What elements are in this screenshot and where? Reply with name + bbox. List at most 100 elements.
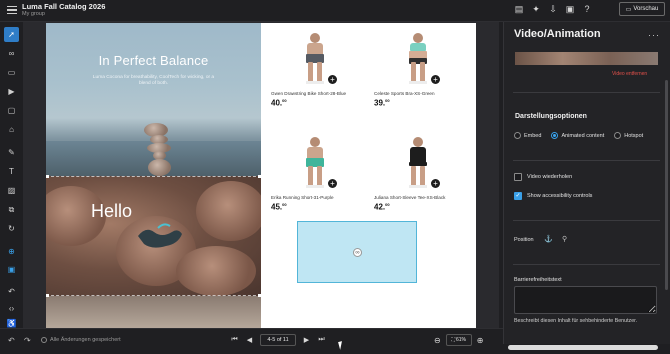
add-icon[interactable]: ⊕ [4,244,19,259]
option-embed[interactable]: Embed [514,132,541,139]
radio-animated[interactable] [551,132,559,139]
repeat-video-checkbox[interactable] [514,173,522,181]
panel-scrollbar[interactable] [665,80,668,290]
alt-text-field[interactable] [514,286,657,314]
first-page-icon[interactable]: ⏮ [230,336,239,344]
top-toolbar: ▤ ✦ ⇩ ▣ ? [513,3,593,15]
option-hotspot-label: Hotspot [624,132,644,139]
add-to-cart-icon[interactable]: + [328,179,337,188]
balance-stones-image: In Perfect Balance Luma Cocona for breat… [46,23,261,177]
magic-wand-icon[interactable]: ✦ [530,3,542,15]
video-icon[interactable]: ▶ [4,84,19,99]
text-icon[interactable]: T [4,164,19,179]
option-animated-label: Animated content [561,132,605,139]
add-to-cart-icon[interactable]: + [328,75,337,84]
paint-icon[interactable]: ✎ [4,145,19,160]
undo-icon[interactable]: ↶ [4,284,19,299]
download-icon[interactable]: ⇩ [547,3,559,15]
select-icon[interactable]: ➚ [4,27,19,42]
tag-icon[interactable]: ⌂ [4,122,19,137]
undo-icon[interactable]: ↶ [8,336,15,345]
accessibility-controls-row[interactable]: ✓ Show accessibility controls [514,192,592,200]
product-card[interactable]: + Celeste Sports Bra-XS-Green 39.00 [374,31,474,108]
position-pin-icon[interactable]: ⚲ [562,235,567,243]
link-icon[interactable]: ∞ [353,248,362,257]
product-price: 45.00 [271,202,287,212]
remove-video-link[interactable]: Video entfernen [612,71,647,77]
left-page[interactable]: In Perfect Balance Luma Cocona for breat… [46,23,261,328]
radio-embed[interactable] [514,132,521,139]
product-card[interactable]: + Gwen Drawstring Bike Short-28-Blue 40.… [271,31,371,108]
balance-title: In Perfect Balance [98,53,209,68]
option-hotspot[interactable]: Hotspot [614,132,643,139]
option-embed-label: Embed [524,132,542,139]
zoom-in-icon[interactable]: ⊕ [477,336,484,345]
document-title: Luma Fall Catalog 2026 [22,2,106,11]
page-navigator: ⏮ ◀ 4-5 of 11 ▶ ⏭ [230,334,326,346]
zoom-controls: ⊖ ⛶ 61% ⊕ [434,334,483,346]
position-anchor-icon[interactable]: ⚓ [544,235,553,243]
prev-page-icon[interactable]: ◀ [245,336,254,344]
accessibility-controls-checkbox[interactable]: ✓ [514,192,522,200]
product-name: Gwen Drawstring Bike Short-28-Blue [271,91,347,96]
link-icon[interactable]: ∞ [4,46,19,61]
selection-handle[interactable] [46,294,49,297]
video-hotspot[interactable]: ∞ [297,221,417,283]
document-icon[interactable]: ▤ [513,3,525,15]
document-group: My group [22,11,45,17]
page-indicator[interactable]: 4-5 of 11 [260,334,296,346]
product-name: Juliana Short-Sleeve Tee-XS-Black [374,195,446,200]
radio-hotspot[interactable] [614,132,622,139]
display-options-title: Darstellungsoptionen [515,113,587,120]
display-mode-options: Embed Animated content Hotspot [514,132,649,139]
horizontal-scrollbar[interactable] [508,345,658,350]
saved-icon [41,337,47,343]
product-price: 39.00 [374,98,390,108]
next-page-icon[interactable]: ▶ [302,336,311,344]
save-status: Alle Änderungen gespeichert [41,337,121,343]
repeat-video-label: Video wiederholen [527,174,573,180]
help-icon[interactable]: ? [581,3,593,15]
divider [513,160,660,161]
selection-handle[interactable] [46,175,49,178]
accessibility-icon[interactable]: ♿ [4,318,19,328]
divider [513,92,660,93]
panel-title: Video/Animation [514,28,601,40]
frame-icon[interactable]: ▢ [4,103,19,118]
stone [148,159,171,176]
last-page-icon[interactable]: ⏭ [317,336,326,344]
zoom-out-icon[interactable]: ⊖ [434,336,441,345]
canvas[interactable]: In Perfect Balance Luma Cocona for breat… [23,22,499,328]
add-to-cart-icon[interactable]: + [431,179,440,188]
monitor-icon: ▭ [625,6,632,13]
code-icon[interactable]: ‹› [4,301,19,316]
position-label: Position [514,237,534,243]
product-price: 40.00 [271,98,287,108]
preview-button[interactable]: ▭ Vorschau [619,2,665,16]
image-icon[interactable]: ▨ [4,183,19,198]
alt-text-help: Beschreibt diesen Inhalt für sehbehinder… [514,318,638,324]
preview-label: Vorschau [633,6,659,12]
selection-line-bottom [46,295,261,296]
product-price: 42.00 [374,202,390,212]
properties-panel: Video/Animation ··· Video entfernen Dars… [503,22,670,344]
add-to-cart-icon[interactable]: + [431,75,440,84]
product-card[interactable]: + Erika Running Short-31-Purple 45.00 [271,135,371,212]
redo-icon[interactable]: ↷ [24,336,31,345]
more-options-icon[interactable]: ··· [648,30,660,40]
selection-line-top [46,176,261,177]
left-toolbar: ➚ ∞ ▭ ▶ ▢ ⌂ ✎ T ▨ ⧉ ↻ ⊕ ▣ ↶ ‹› ♿ [0,22,23,328]
product-image: + [286,31,346,89]
repeat-video-row[interactable]: Video wiederholen [514,173,572,181]
option-animated[interactable]: Animated content [551,132,604,139]
layers-icon[interactable]: ⧉ [4,202,19,217]
product-image: + [286,135,346,193]
refresh-icon[interactable]: ↻ [4,221,19,236]
zoom-level[interactable]: ⛶ 61% [445,334,472,346]
page-icon[interactable]: ▭ [4,65,19,80]
layout-icon[interactable]: ▣ [564,3,576,15]
menu-icon[interactable] [7,6,17,15]
product-card[interactable]: + Juliana Short-Sleeve Tee-XS-Black 42.0… [374,135,474,212]
info-icon[interactable]: ▣ [4,262,19,277]
sand-image [46,296,261,328]
